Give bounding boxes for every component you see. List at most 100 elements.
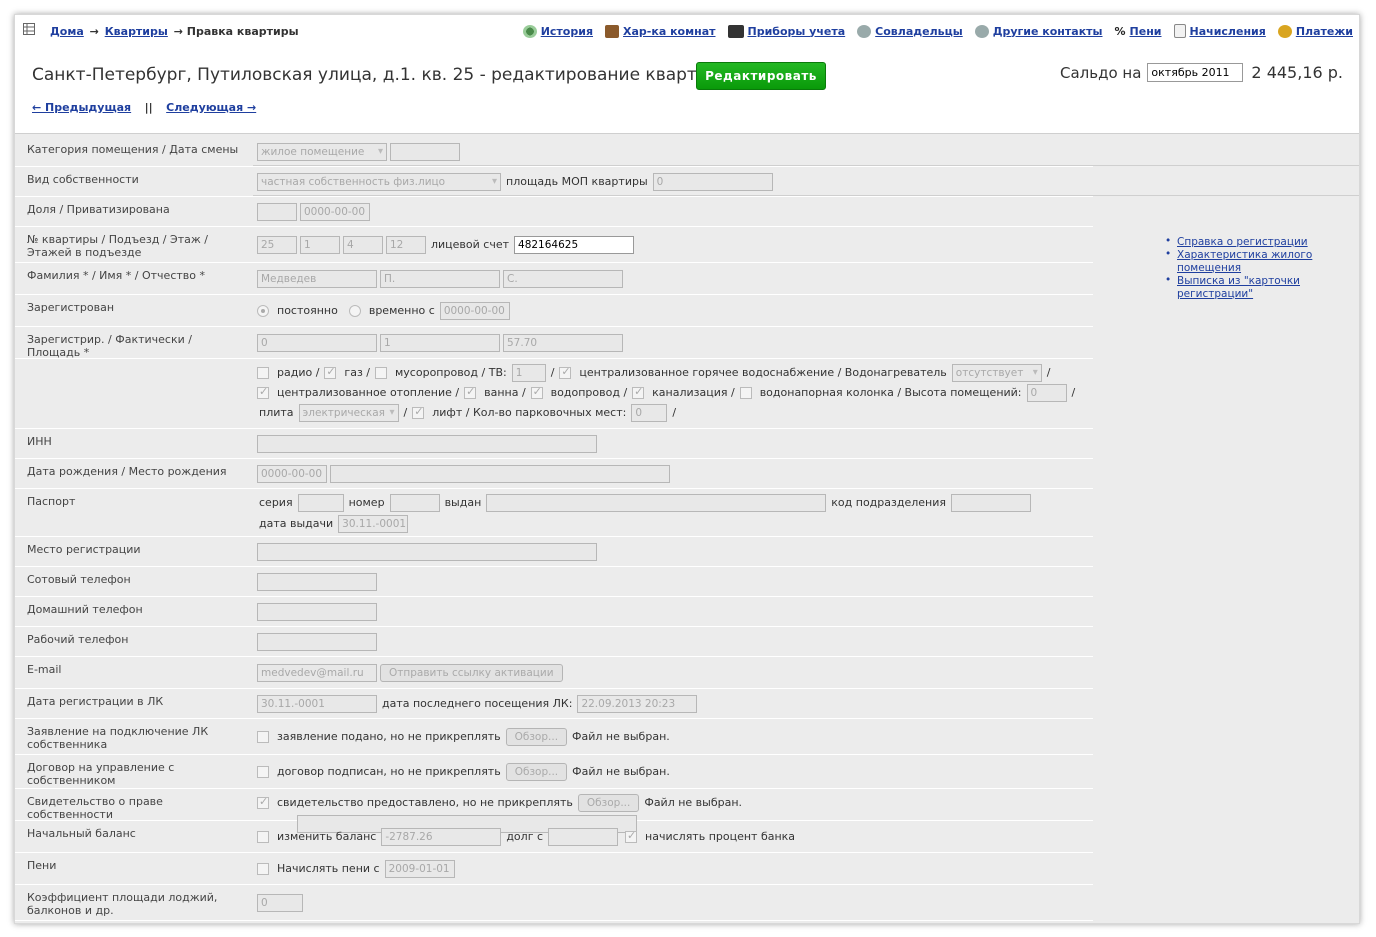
flat-number-input[interactable]: 25 <box>257 235 297 254</box>
floors-input[interactable]: 12 <box>386 235 426 254</box>
toplink-charges-label[interactable]: Начисления <box>1190 25 1266 38</box>
temporary-date-input[interactable]: 0000-00-00 <box>439 301 510 320</box>
temporary-radio[interactable] <box>348 304 361 317</box>
tv-input[interactable]: 1 <box>511 364 546 382</box>
last-name-input[interactable]: Медведев <box>257 269 377 288</box>
send-activation-button[interactable]: Отправить ссылку активации <box>380 663 563 682</box>
toplink-history-label[interactable]: История <box>541 25 593 38</box>
floor-input[interactable]: 4 <box>343 235 383 254</box>
registered-count-input[interactable]: 0 <box>257 333 377 352</box>
toplink-rooms-label[interactable]: Хар-ка комнат <box>623 25 715 38</box>
series-input[interactable] <box>297 494 344 512</box>
row-label: Зарегистрир. / Фактически / Площадь * <box>15 327 253 359</box>
certificate-browse-button[interactable]: Обзор... <box>577 794 640 812</box>
heating-checkbox[interactable] <box>257 385 269 399</box>
code-input[interactable] <box>951 494 1031 512</box>
number-input[interactable] <box>389 494 440 512</box>
issued-input[interactable] <box>486 494 827 512</box>
heating-label: централизованное отопление / <box>277 386 460 399</box>
toplink-history[interactable]: История <box>522 24 593 38</box>
row-label: ИНН <box>15 429 253 458</box>
height-input[interactable]: 0 <box>1026 384 1067 402</box>
coef-input[interactable]: 0 <box>257 893 303 912</box>
area-input[interactable]: 57.70 <box>503 333 623 352</box>
certificate-checkbox[interactable] <box>257 795 269 809</box>
penalty-checkbox[interactable] <box>257 862 269 875</box>
next-link[interactable]: Следующая → <box>166 101 256 114</box>
mobile-input[interactable] <box>257 572 377 591</box>
toplink-penalty-label[interactable]: Пени <box>1130 25 1162 38</box>
chute-checkbox[interactable] <box>375 367 387 379</box>
saldo-amount: 2 445,16 р. <box>1251 63 1343 82</box>
saldo-label: Сальдо на <box>1060 63 1142 82</box>
gas-checkbox[interactable] <box>324 365 337 379</box>
lk-reg-date-input[interactable]: 30.11.-0001 <box>257 694 377 713</box>
lift-checkbox[interactable] <box>412 405 425 419</box>
debt-date-input[interactable] <box>548 827 619 846</box>
email-input[interactable]: medvedev@mail.ru <box>257 663 377 682</box>
home-phone-input[interactable] <box>257 602 377 621</box>
column-checkbox[interactable] <box>739 387 752 399</box>
contract-browse-button[interactable]: Обзор... <box>505 762 568 781</box>
issue-date-input[interactable]: 30.11.-0001 <box>338 515 409 533</box>
toplink-owners[interactable]: Совладельцы <box>857 24 963 38</box>
work-phone-input[interactable] <box>257 632 377 651</box>
row-label: Вид собственности <box>15 167 253 196</box>
toplink-charges[interactable]: Начисления <box>1173 24 1266 38</box>
heater-select[interactable]: отсутствует <box>951 364 1042 382</box>
mop-input[interactable]: 0 <box>652 172 773 191</box>
entrance-input[interactable]: 1 <box>300 235 340 254</box>
side-link-characteristics[interactable]: Характеристика жилого помещения <box>1177 249 1312 274</box>
privatized-date-input[interactable]: 0000-00-00 <box>300 202 370 221</box>
middle-name-input[interactable]: С. <box>503 269 623 288</box>
reg-place-input[interactable] <box>257 542 597 561</box>
bank-percent-checkbox[interactable] <box>625 829 638 843</box>
account-input[interactable]: 482164625 <box>514 235 635 254</box>
breadcrumb-flats[interactable]: Квартиры <box>105 25 168 38</box>
radio-checkbox[interactable] <box>257 367 269 379</box>
birth-place-input[interactable] <box>330 464 670 483</box>
hotwater-checkbox[interactable] <box>559 365 572 379</box>
side-link-card-extract[interactable]: Выписка из "карточки регистрации" <box>1177 275 1300 300</box>
row-label: Заявление на подключение ЛК собственника <box>15 719 253 754</box>
lk-application-checkbox[interactable] <box>257 730 269 743</box>
prev-link[interactable]: ← Предыдущая <box>32 101 131 114</box>
lk-application-browse-button[interactable]: Обзор... <box>505 727 568 746</box>
toplink-payments[interactable]: Платежи <box>1277 24 1353 38</box>
row-label: Пени <box>15 853 253 884</box>
toplink-contacts[interactable]: Другие контакты <box>974 24 1103 38</box>
side-link-registration[interactable]: Справка о регистрации <box>1177 236 1308 248</box>
row-penalty: Пени Начислять пени с 2009-01-01 <box>15 853 1093 885</box>
ownership-select[interactable]: частная собственность физ.лицо <box>257 172 501 191</box>
last-visit-input[interactable]: 22.09.2013 20:23 <box>577 694 698 713</box>
contract-checkbox[interactable] <box>257 765 269 778</box>
toplink-penalty[interactable]: % Пени <box>1115 24 1162 38</box>
actual-count-input[interactable]: 1 <box>380 333 500 352</box>
sewer-checkbox[interactable] <box>632 385 645 399</box>
toplink-owners-label[interactable]: Совладельцы <box>875 25 963 38</box>
bath-checkbox[interactable] <box>464 385 477 399</box>
edit-button[interactable]: Редактировать <box>696 62 826 90</box>
toplink-meters-label[interactable]: Приборы учета <box>748 25 846 38</box>
permanent-radio[interactable] <box>257 304 269 317</box>
side-link-item: Выписка из "карточки регистрации" <box>1165 274 1359 301</box>
file-status: Файл не выбран. <box>572 729 670 743</box>
inn-input[interactable] <box>257 434 597 453</box>
toplink-meters[interactable]: Приборы учета <box>727 24 846 38</box>
share-input[interactable] <box>257 202 297 221</box>
change-balance-checkbox[interactable] <box>257 830 269 843</box>
toplink-rooms[interactable]: Хар-ка комнат <box>605 24 716 38</box>
penalty-date-input[interactable]: 2009-01-01 <box>384 859 455 878</box>
category-date-input[interactable] <box>390 142 460 161</box>
birth-date-input[interactable]: 0000-00-00 <box>257 464 327 483</box>
parking-input[interactable]: 0 <box>631 404 668 422</box>
toplink-payments-label[interactable]: Платежи <box>1296 25 1353 38</box>
first-name-input[interactable]: П. <box>380 269 500 288</box>
breadcrumb-home[interactable]: Дома <box>50 25 84 38</box>
stove-select[interactable]: электрическая <box>298 404 399 422</box>
category-select[interactable]: жилое помещение <box>257 142 387 161</box>
water-checkbox[interactable] <box>530 385 543 399</box>
saldo-period-input[interactable]: октябрь 2011 <box>1147 63 1244 82</box>
balance-input[interactable]: -2787.26 <box>381 827 502 846</box>
toplink-contacts-label[interactable]: Другие контакты <box>993 25 1103 38</box>
